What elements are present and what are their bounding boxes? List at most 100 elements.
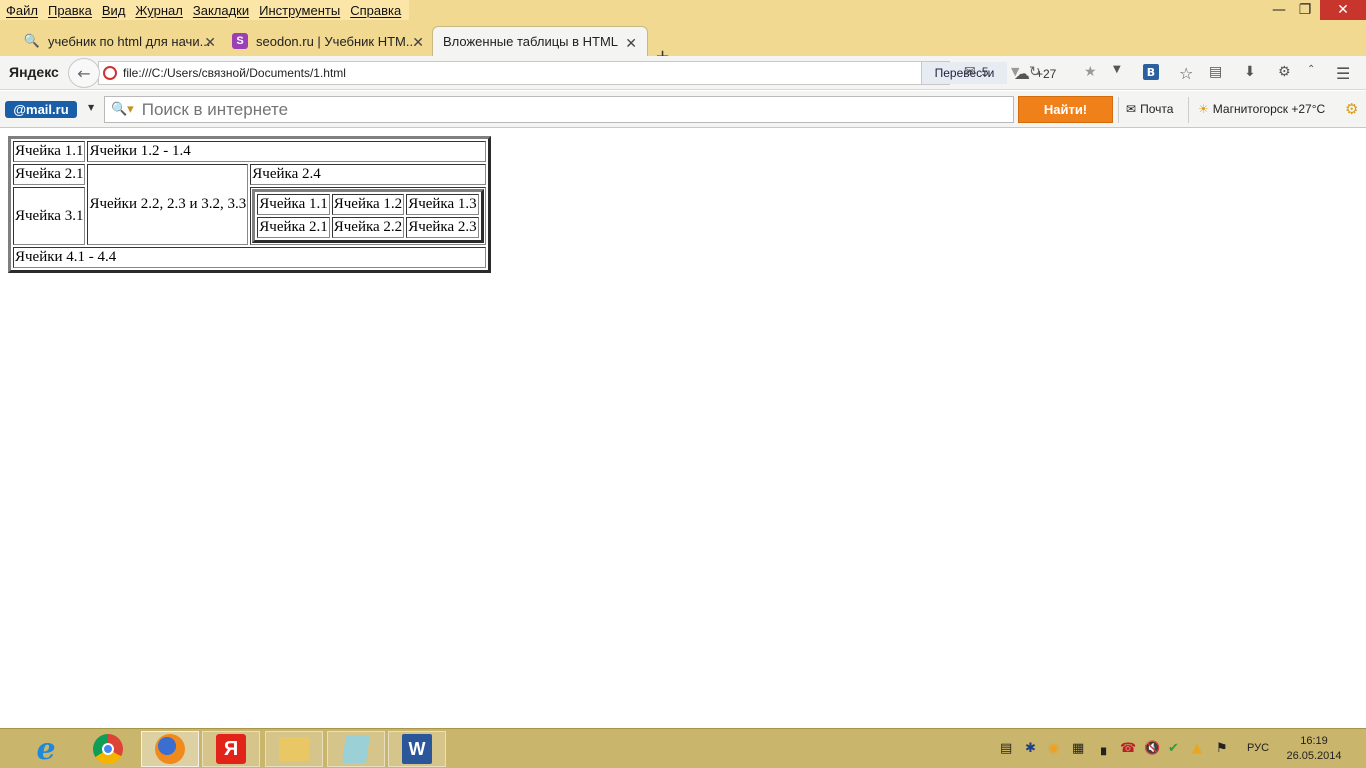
table-cell: Ячейка 1.1 — [257, 194, 330, 215]
addons-icon[interactable]: ⚙ — [1278, 64, 1291, 80]
vk-icon[interactable]: B — [1143, 64, 1159, 80]
mail-link-label: Почта — [1140, 102, 1174, 116]
flag-icon[interactable]: ⚑ — [1216, 741, 1228, 756]
dropdown-icon[interactable]: ▼ — [1113, 64, 1121, 75]
notepad-icon — [342, 735, 370, 763]
windows-taskbar: e Я W ▤ ✱ ◉ ▦ ▗ ☎ 🔇 ✔ ▲ ⚑ РУС 16:19 26.0… — [0, 728, 1366, 768]
menu-edit[interactable]: Правка — [42, 3, 96, 18]
menu-file[interactable]: Файл — [0, 3, 42, 18]
network-adapter-icon[interactable]: ▦ — [1072, 741, 1084, 756]
weather-link[interactable]: ☀ Магнитогорск +27°C — [1198, 102, 1325, 116]
update-icon[interactable]: ▲ — [1192, 741, 1202, 756]
table-row: Ячейка 3.1 Ячейка 1.1 Ячейка 1.2 Ячейка … — [13, 187, 486, 245]
menu-hamburger-icon[interactable]: ☰ — [1336, 64, 1350, 83]
seodon-icon: S — [232, 33, 248, 49]
site-identity-icon[interactable] — [103, 66, 117, 80]
bluetooth-icon[interactable]: ✱ — [1025, 741, 1036, 756]
mailru-toolbar: @mail.ru ▼ 🔍▾ Найти! ✉ Почта ☀ Магнитого… — [0, 91, 1366, 128]
taskbar-file-explorer[interactable] — [265, 731, 323, 767]
download-icon[interactable]: ⬇ — [1244, 64, 1256, 80]
mail-link[interactable]: ✉ Почта — [1126, 102, 1173, 116]
language-indicator[interactable]: РУС — [1247, 742, 1269, 754]
table-cell: Ячейка 2.3 — [406, 217, 479, 238]
table-cell: Ячейка 2.2 — [331, 217, 405, 238]
bookmark-star-icon[interactable]: ★ — [1084, 64, 1097, 80]
taskbar-chrome[interactable] — [79, 731, 137, 767]
yandex-logo[interactable]: Яндекс — [9, 64, 59, 80]
tab-strip: 🔍 учебник по html для начи... ✕ S seodon… — [0, 20, 1366, 67]
mailru-logo-text: @mail.ru — [13, 102, 69, 117]
menu-bookmarks[interactable]: Закладки — [187, 3, 253, 18]
taskbar-notepad[interactable] — [327, 731, 385, 767]
page-viewport: Ячейка 1.1 Ячейки 1.2 - 1.4 Ячейка 2.1 Я… — [0, 128, 1366, 728]
taskbar-internet-explorer[interactable]: e — [17, 731, 75, 767]
menu-view[interactable]: Вид — [96, 3, 130, 18]
taskbar-word[interactable]: W — [388, 731, 446, 767]
clock-time: 16:19 — [1300, 735, 1328, 747]
tab-title: seodon.ru | Учебник HTM... — [256, 33, 417, 49]
outer-table: Ячейка 1.1 Ячейки 1.2 - 1.4 Ячейка 2.1 Я… — [8, 136, 491, 273]
navigation-bar: Яндекс file:///C:/Users/связной/Document… — [0, 56, 1366, 90]
table-cell: Ячейка 1.2 — [331, 194, 405, 215]
clock-date: 26.05.2014 — [1286, 750, 1342, 762]
home-icon[interactable]: ⌃ — [1307, 64, 1315, 75]
menu-help[interactable]: Справка — [344, 3, 405, 18]
search-input[interactable] — [141, 99, 1002, 120]
table-cell: Ячейка 1.1 — [13, 141, 86, 162]
envelope-icon: ✉ — [1126, 102, 1137, 116]
security-check-icon[interactable]: ✔ — [1168, 741, 1179, 756]
tab-seodon[interactable]: S seodon.ru | Учебник HTM... ✕ — [222, 26, 434, 56]
table-cell: Ячейки 4.1 - 4.4 — [13, 247, 486, 268]
yandex-browser-icon: Я — [216, 734, 246, 764]
table-cell: Ячейка 3.1 — [13, 187, 86, 245]
action-center-icon[interactable]: ▤ — [1000, 741, 1012, 756]
system-clock[interactable]: 16:19 26.05.2014 — [1282, 734, 1346, 764]
table-cell: Ячейка 2.4 — [250, 164, 486, 185]
wifi-signal-icon[interactable]: ▗ — [1096, 741, 1106, 756]
word-icon: W — [402, 734, 432, 764]
mailru-logo[interactable]: @mail.ru — [5, 101, 77, 118]
weather-temp: +27 — [1036, 66, 1057, 81]
internet-explorer-icon: e — [36, 731, 56, 767]
url-bar[interactable]: file:///C:/Users/связной/Documents/1.htm… — [98, 61, 1041, 85]
back-button[interactable]: ← — [68, 58, 100, 88]
mail-counter[interactable]: ✉ 5 — [964, 64, 988, 80]
reading-list-icon[interactable]: ▤ — [1209, 64, 1222, 80]
taskbar-firefox[interactable] — [141, 731, 199, 767]
mailru-dropdown-icon[interactable]: ▼ — [88, 103, 94, 112]
taskbar-yandex-browser[interactable]: Я — [202, 731, 260, 767]
tab-title: Вложенные таблицы в HTML — [443, 34, 619, 49]
separator — [1188, 97, 1189, 123]
tab-title: учебник по html для начи... — [48, 33, 211, 49]
settings-gear-icon[interactable]: ⚙ — [1345, 100, 1358, 118]
window-titlebar: Файл Правка Вид Журнал Закладки Инструме… — [0, 0, 1366, 20]
url-text[interactable]: file:///C:/Users/связной/Documents/1.htm… — [123, 66, 346, 80]
close-tab-icon[interactable]: ✕ — [625, 35, 637, 52]
yandex-search-icon: 🔍 — [23, 33, 41, 48]
volume-muted-icon[interactable]: 🔇 — [1144, 741, 1160, 756]
mailru-agent-icon[interactable]: ◉ — [1048, 741, 1059, 756]
web-search-box[interactable]: 🔍▾ — [104, 96, 1014, 123]
nested-table: Ячейка 1.1 Ячейка 1.2 Ячейка 1.3 Ячейка … — [252, 189, 484, 243]
tab-nested-tables[interactable]: Вложенные таблицы в HTML ✕ — [432, 26, 648, 56]
folder-icon — [279, 737, 309, 761]
close-window-button[interactable]: ✕ — [1320, 0, 1366, 20]
table-cell: Ячейка 2.1 — [13, 164, 86, 185]
close-tab-icon[interactable]: ✕ — [204, 34, 216, 51]
weather-widget[interactable]: ☁ +27 — [1014, 64, 1056, 83]
menu-history[interactable]: Журнал — [129, 3, 186, 18]
weather-link-label: Магнитогорск +27°C — [1212, 102, 1326, 116]
restore-icon: ❐ — [1298, 2, 1312, 18]
menu-tools[interactable]: Инструменты — [253, 3, 344, 18]
search-button[interactable]: Найти! — [1018, 96, 1113, 123]
nested-table-cell: Ячейка 1.1 Ячейка 1.2 Ячейка 1.3 Ячейка … — [250, 187, 486, 245]
back-arrow-icon: ← — [77, 63, 91, 83]
close-tab-icon[interactable]: ✕ — [412, 34, 424, 51]
table-cell: Ячейка 1.3 — [406, 194, 479, 215]
search-icon[interactable]: 🔍▾ — [111, 102, 134, 117]
mail-count: 5 — [981, 65, 989, 79]
menu-bar: Файл Правка Вид Журнал Закладки Инструме… — [0, 0, 410, 20]
phone-icon[interactable]: ☎ — [1120, 741, 1136, 756]
tab-html-tutorial-search[interactable]: 🔍 учебник по html для начи... ✕ — [14, 26, 226, 56]
bookmarks-star-icon[interactable]: ☆ — [1179, 64, 1193, 83]
